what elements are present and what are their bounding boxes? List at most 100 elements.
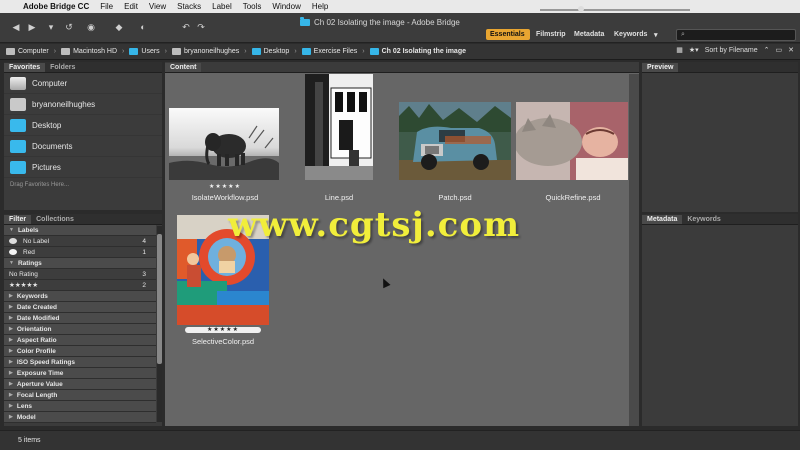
filter-section-iso[interactable]: ▶ ISO Speed Ratings xyxy=(4,357,156,368)
filter-item-five-stars[interactable]: ★★★★★ 2 xyxy=(4,280,156,291)
workspace-filmstrip[interactable]: Filmstrip xyxy=(532,29,570,40)
elephant-image xyxy=(169,108,279,180)
tab-folders[interactable]: Folders xyxy=(45,63,80,72)
thumbnail-filename[interactable]: Line.psd xyxy=(279,193,399,202)
content-tabs: Content xyxy=(165,62,639,73)
camera-icon[interactable]: ◉ xyxy=(84,20,98,34)
content-scrollbar[interactable] xyxy=(629,74,639,426)
filter-section-aspect-ratio[interactable]: ▶ Aspect Ratio xyxy=(4,335,156,346)
workspace-keywords[interactable]: Keywords xyxy=(610,29,651,40)
tab-preview[interactable]: Preview xyxy=(642,63,679,72)
thumbnail-quickrefine[interactable] xyxy=(514,102,628,182)
triangle-right-icon: ▶ xyxy=(9,304,13,310)
thumbnail-filename[interactable]: IsolateWorkflow.psd xyxy=(165,193,285,202)
workspace-essentials[interactable]: Essentials xyxy=(486,29,530,40)
reveal-recent-icon[interactable]: ▾ xyxy=(44,20,58,34)
favorite-documents[interactable]: Documents xyxy=(4,136,162,157)
tab-keywords[interactable]: Keywords xyxy=(682,215,725,224)
crumb-users[interactable]: Users xyxy=(129,48,160,55)
tab-favorites[interactable]: Favorites xyxy=(4,63,46,72)
star-filter-icon[interactable]: ★▾ xyxy=(689,46,699,54)
section-label: Focal Length xyxy=(16,391,58,399)
open-in-camera-raw-icon[interactable]: ◐ xyxy=(136,20,150,34)
thumbnail-filename[interactable]: SelectiveColor.psd xyxy=(163,337,283,346)
section-label: Color Profile xyxy=(16,347,56,355)
section-label: Keywords xyxy=(16,292,48,300)
crumb-macintosh-hd[interactable]: Macintosh HD xyxy=(61,48,117,55)
filter-section-ratings[interactable]: ▼ Ratings xyxy=(4,258,156,269)
preview-panel: Preview xyxy=(642,62,798,212)
workspace-menu-chevron-icon[interactable]: ▾ xyxy=(650,29,662,40)
item-count: 5 items xyxy=(18,437,41,444)
filter-section-date-modified[interactable]: ▶ Date Modified xyxy=(4,313,156,324)
filter-item-no-rating[interactable]: No Rating 3 xyxy=(4,269,156,280)
tab-content[interactable]: Content xyxy=(165,63,202,72)
folder-icon xyxy=(369,48,379,55)
filter-section-exposure-time[interactable]: ▶ Exposure Time xyxy=(4,368,156,379)
filter-section-lens[interactable]: ▶ Lens xyxy=(4,401,156,412)
crumb-desktop[interactable]: Desktop xyxy=(251,48,289,55)
filter-section-labels[interactable]: ▼ Labels xyxy=(4,225,156,236)
menu-edit[interactable]: Edit xyxy=(124,2,138,11)
filter-item-red[interactable]: Red 1 xyxy=(4,247,156,258)
menu-tools[interactable]: Tools xyxy=(243,2,262,11)
boomerang-icon[interactable]: ↺ xyxy=(62,20,76,34)
thumbnail-filename[interactable]: QuickRefine.psd xyxy=(513,193,633,202)
menu-help[interactable]: Help xyxy=(312,2,328,11)
rating-stars[interactable]: ★★★★★ xyxy=(165,183,285,190)
crumb-current-folder[interactable]: Ch 02 Isolating the image xyxy=(369,48,466,55)
filter-section-focal-length[interactable]: ▶ Focal Length xyxy=(4,390,156,401)
filter-section-orientation[interactable]: ▶ Orientation xyxy=(4,324,156,335)
filter-section-model[interactable]: ▶ Model xyxy=(4,412,156,423)
filter-section-date-created[interactable]: ▶ Date Created xyxy=(4,302,156,313)
filter-section-color-profile[interactable]: ▶ Color Profile xyxy=(4,346,156,357)
favorite-desktop[interactable]: Desktop xyxy=(4,115,162,136)
thumbnail-filename[interactable]: Patch.psd xyxy=(395,193,515,202)
menu-file[interactable]: File xyxy=(100,2,113,11)
workspace-metadata[interactable]: Metadata xyxy=(570,29,608,40)
thumbnail-line[interactable] xyxy=(305,74,373,182)
delete-icon[interactable]: ✕ xyxy=(788,46,794,54)
grid-view-icon[interactable]: ▦ xyxy=(676,46,683,54)
filter-section-keywords[interactable]: ▶ Keywords xyxy=(4,291,156,302)
refine-icon[interactable]: ◆ xyxy=(112,20,126,34)
thumbnail-isolateworkflow[interactable] xyxy=(169,108,279,182)
favorite-computer[interactable]: Computer xyxy=(4,73,162,94)
crumb-exercise-files[interactable]: Exercise Files xyxy=(301,48,357,55)
forward-icon[interactable]: ▶ xyxy=(26,20,38,34)
status-bar: 5 items xyxy=(0,430,800,450)
filter-scrollbar[interactable] xyxy=(157,226,162,422)
menu-stacks[interactable]: Stacks xyxy=(177,2,201,11)
app-menu[interactable]: Adobe Bridge CC xyxy=(23,2,89,11)
favorite-home[interactable]: bryanoneilhughes xyxy=(4,94,162,115)
thumbnail-patch[interactable] xyxy=(399,102,511,182)
tab-metadata[interactable]: Metadata xyxy=(642,215,683,224)
thumbnail-size-slider[interactable] xyxy=(540,9,690,11)
scrollbar-thumb[interactable] xyxy=(157,234,162,364)
section-label: Exposure Time xyxy=(16,369,64,377)
crumb-user-home[interactable]: bryanoneilhughes xyxy=(172,48,239,55)
triangle-right-icon: ▶ xyxy=(9,381,13,387)
crumb-label: Computer xyxy=(18,48,49,55)
new-folder-icon[interactable]: ▭ xyxy=(776,46,783,54)
filter-item-no-label[interactable]: No Label 4 xyxy=(4,236,156,247)
search-input[interactable]: ⌕ xyxy=(676,29,796,41)
rating-stars[interactable]: ★★★★★ xyxy=(163,326,283,333)
sort-controls: ▦ ★▾ Sort by Filename ⌃ ▭ ✕ xyxy=(676,46,794,55)
preview-tabs: Preview xyxy=(642,62,798,73)
back-icon[interactable]: ◀ xyxy=(10,20,22,34)
rotate-left-icon[interactable]: ↶ xyxy=(180,20,192,34)
menu-window[interactable]: Window xyxy=(272,2,300,11)
application-toolbar: ◀ ▶ ▾ ↺ ◉ ◆ ◐ ↶ ↷ Ch 02 Isolating the im… xyxy=(0,13,800,43)
favorite-pictures[interactable]: Pictures xyxy=(4,157,162,178)
sort-direction-icon[interactable]: ⌃ xyxy=(764,46,770,54)
crumb-computer[interactable]: Computer xyxy=(6,48,49,55)
sort-dropdown[interactable]: Sort by Filename xyxy=(705,47,758,54)
tab-filter[interactable]: Filter xyxy=(4,215,32,224)
rotate-right-icon[interactable]: ↷ xyxy=(195,20,207,34)
menu-label[interactable]: Label xyxy=(212,2,232,11)
slider-handle[interactable] xyxy=(578,6,584,12)
tab-collections[interactable]: Collections xyxy=(31,215,79,224)
menu-view[interactable]: View xyxy=(149,2,166,11)
filter-section-aperture[interactable]: ▶ Aperture Value xyxy=(4,379,156,390)
